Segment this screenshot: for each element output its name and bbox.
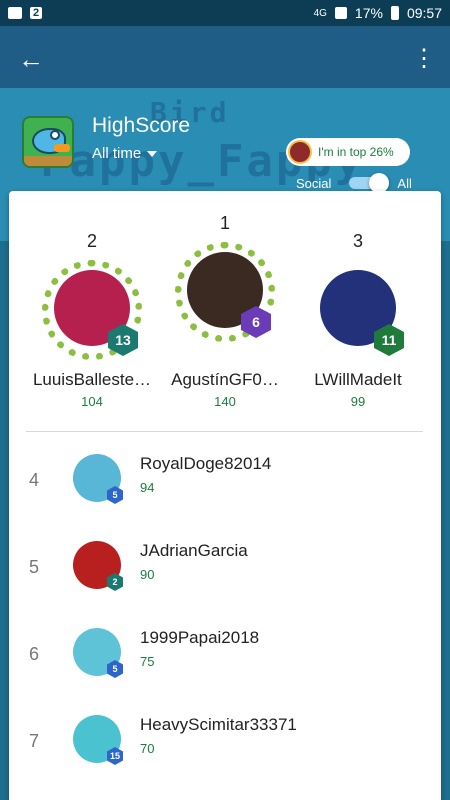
rank-number: 6 <box>29 644 40 664</box>
battery-icon <box>390 6 399 20</box>
podium-rank: 2 <box>86 231 97 251</box>
bird-beak <box>54 144 70 152</box>
podium-rank: 3 <box>352 231 363 251</box>
player-name: 1999Papai2018 <box>140 628 260 647</box>
avatar: 6 <box>175 242 275 342</box>
divider <box>26 431 423 432</box>
network-type: 4G <box>313 7 327 19</box>
podium-name: LWillMadeIt <box>314 370 402 389</box>
list-item[interactable]: 5 2 JAdrianGarcia 90 <box>9 533 441 613</box>
player-avatar-icon <box>288 140 312 164</box>
clock: 09:57 <box>406 5 442 21</box>
player-name: RoyalDoge82014 <box>140 454 272 473</box>
player-score: 75 <box>140 654 155 669</box>
toggle-knob <box>369 173 390 193</box>
podium-entry-2[interactable]: 2 13 LuuisBalleste… 104 <box>17 231 167 409</box>
rank-number: 7 <box>29 731 40 751</box>
back-button[interactable]: ← <box>16 44 46 74</box>
podium-name: LuuisBalleste… <box>32 370 152 389</box>
signal-icon <box>334 7 347 19</box>
list-item[interactable]: 6 5 1999Papai2018 75 <box>9 620 441 700</box>
podium-entry-3[interactable]: 3 11 LWillMadeIt 99 <box>283 231 433 409</box>
toggle-label-social: Social <box>296 175 332 191</box>
player-name: JAdrianGarcia <box>140 541 248 560</box>
game-icon <box>22 116 74 168</box>
podium-score: 104 <box>81 394 103 409</box>
more-vert-icon: ⋮ <box>412 45 436 72</box>
list-item[interactable]: 4 5 RoyalDoge82014 94 <box>9 446 441 526</box>
more-options-button[interactable]: ⋮ <box>410 44 438 74</box>
podium-rank: 1 <box>219 213 230 233</box>
gallery-notification-icon <box>8 7 22 19</box>
bird-eye <box>50 130 60 140</box>
rank-number: 4 <box>29 470 40 490</box>
pipe-shape <box>24 156 72 166</box>
player-name: HeavyScimitar33371 <box>140 715 297 734</box>
podium-score: 99 <box>350 394 366 409</box>
avatar: 11 <box>308 260 408 360</box>
player-score: 94 <box>140 480 155 495</box>
status-left: 2 <box>8 7 43 19</box>
player-score: 90 <box>140 567 155 582</box>
avatar: 13 <box>42 260 142 360</box>
battery-percent: 17% <box>354 5 383 21</box>
leaderboard-card: 2 13 LuuisBalleste… 104 1 6 AgustínGF0… … <box>9 191 441 800</box>
top-percent-label: I'm in top 26% <box>318 145 394 159</box>
top-percent-pill[interactable]: I'm in top 26% <box>286 138 410 166</box>
player-score: 70 <box>140 741 155 756</box>
podium-score: 140 <box>214 394 236 409</box>
leaderboard-title: HighScore <box>92 114 191 137</box>
arrow-left-icon: ← <box>18 44 44 74</box>
status-right: 4G 17% 09:57 <box>314 5 442 21</box>
list-item[interactable]: 7 15 HeavyScimitar33371 70 <box>9 707 441 787</box>
time-filter-label: All time <box>92 145 142 162</box>
podium-name: AgustínGF0… <box>171 370 279 389</box>
time-filter-dropdown[interactable]: All time <box>92 145 158 162</box>
status-bar: 2 4G 17% 09:57 <box>0 0 450 26</box>
notification-badge: 2 <box>30 7 43 19</box>
podium-entry-1[interactable]: 1 6 AgustínGF0… 140 <box>150 213 300 409</box>
chevron-down-icon <box>147 150 158 157</box>
toggle-label-all: All <box>397 175 412 191</box>
social-all-toggle[interactable] <box>349 173 390 193</box>
rank-number: 5 <box>29 557 40 577</box>
